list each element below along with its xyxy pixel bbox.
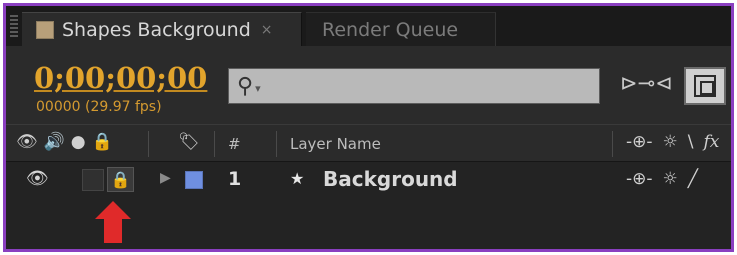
annotation-arrow-icon	[95, 201, 131, 243]
layer-switches: -⊕- ☼ ╱	[626, 169, 698, 189]
tab-render-queue[interactable]: Render Queue	[306, 12, 496, 46]
motion-blur-icon[interactable]: \	[688, 132, 694, 152]
label-header: 🏷	[178, 132, 200, 152]
close-icon[interactable]: ×	[261, 22, 273, 38]
solo-toggle[interactable]	[82, 169, 104, 191]
shape-layer-star-icon: ★	[290, 169, 305, 188]
current-timecode[interactable]: 0;00;00;00	[34, 61, 207, 95]
composition-swatch-icon	[36, 20, 54, 39]
audio-icon[interactable]: 🔊	[44, 132, 65, 152]
quality-icon[interactable]: ☼	[663, 132, 678, 152]
timecode-row: 0;00;00;00 00000 (29.97 fps) ⚲ ▾ ⊳⊸⊲	[6, 46, 731, 124]
layer-number: 1	[228, 168, 242, 190]
chevron-down-icon[interactable]: ▾	[255, 82, 261, 95]
lock-icon: 🔒	[110, 170, 131, 189]
layer-row[interactable]: 👁 🔒 ▶ 1 ★ Background -⊕- ☼ ╱	[6, 163, 731, 197]
shy-icon[interactable]: -⊕-	[626, 132, 653, 152]
column-header: 👁 🔊 ● 🔒 🏷 # Layer Name -⊕- ☼ \ fx	[6, 124, 731, 162]
search-input[interactable]	[285, 69, 585, 103]
quality-slash-icon[interactable]: ╱	[688, 169, 698, 189]
panel-grip[interactable]	[10, 15, 18, 39]
column-divider	[612, 131, 613, 157]
eye-icon[interactable]: 👁	[26, 168, 49, 189]
frame-rate-readout: 00000 (29.97 fps)	[36, 99, 162, 115]
mini-flowchart-icon	[694, 75, 716, 97]
composition-flowchart-icon[interactable]: ⊳⊸⊲	[620, 71, 673, 95]
solo-icon[interactable]: ●	[71, 132, 86, 152]
column-divider	[148, 131, 149, 157]
column-divider	[214, 131, 215, 157]
column-divider	[276, 131, 277, 157]
lock-toggle[interactable]: 🔒	[107, 167, 134, 192]
tab-shapes-background[interactable]: Shapes Background ×	[22, 12, 302, 46]
fx-icon[interactable]: fx	[704, 132, 720, 152]
switches-header: -⊕- ☼ \ fx	[626, 132, 719, 152]
tab-title: Render Queue	[322, 18, 459, 41]
label-tag-icon[interactable]: 🏷	[178, 132, 200, 152]
composition-mini-flowchart-button[interactable]	[684, 67, 726, 105]
layer-name-header[interactable]: Layer Name	[290, 135, 381, 153]
layer-number-header[interactable]: #	[228, 135, 241, 153]
layer-search-field[interactable]: ⚲ ▾	[228, 68, 600, 104]
search-icon: ⚲	[237, 73, 254, 99]
tab-bar: Shapes Background × Render Queue	[6, 6, 731, 46]
eye-icon[interactable]: 👁	[16, 132, 38, 152]
tab-title: Shapes Background	[62, 18, 251, 41]
layer-name[interactable]: Background	[323, 167, 458, 191]
twirl-down-icon[interactable]: ▶	[160, 170, 171, 186]
label-color-swatch[interactable]	[185, 171, 203, 189]
lock-icon[interactable]: 🔒	[92, 132, 113, 152]
quality-icon[interactable]: ☼	[663, 169, 678, 189]
shy-icon[interactable]: -⊕-	[626, 169, 653, 189]
av-feature-header: 👁 🔊 ● 🔒	[16, 132, 113, 152]
